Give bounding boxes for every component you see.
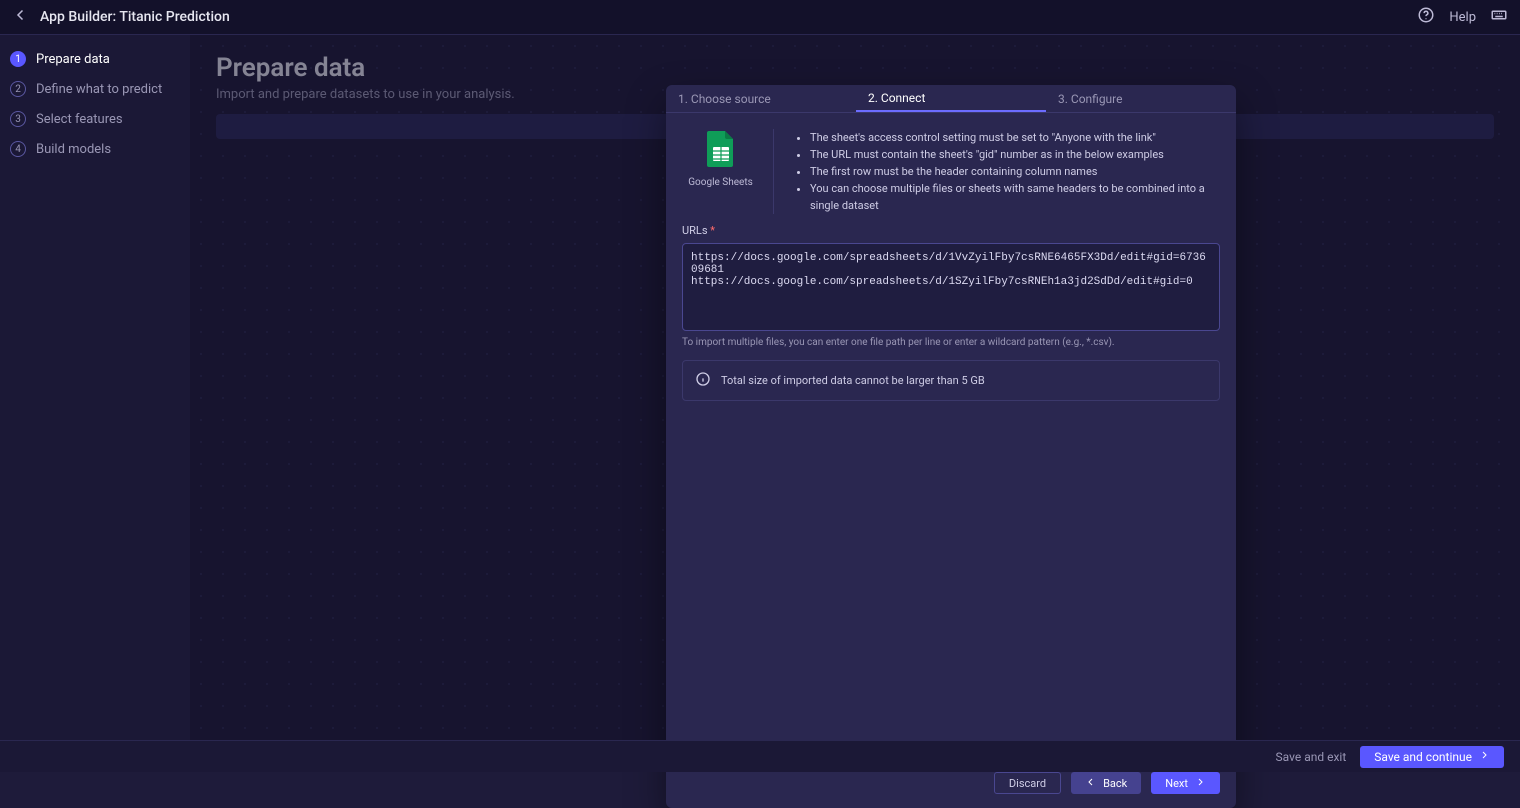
app-title: App Builder: Titanic Prediction: [40, 9, 230, 25]
google-sheets-label: Google Sheets: [688, 177, 753, 188]
connection-rules: The sheet's access control setting must …: [794, 129, 1220, 214]
urls-label: URLs *: [682, 224, 1220, 237]
urls-input[interactable]: [682, 243, 1220, 331]
urls-label-text: URLs: [682, 224, 708, 237]
rule-item: The first row must be the header contain…: [810, 163, 1220, 180]
step-label: Prepare data: [36, 52, 110, 67]
arrow-right-icon: [1194, 776, 1206, 791]
button-label: Save and continue: [1374, 750, 1472, 764]
content-area: Prepare data Import and prepare datasets…: [190, 35, 1520, 740]
rule-item: The URL must contain the sheet's "gid" n…: [810, 146, 1220, 163]
topbar-left: App Builder: Titanic Prediction: [12, 6, 230, 28]
sidebar: 1 Prepare data 2 Define what to predict …: [0, 35, 190, 740]
step-number-icon: 4: [10, 141, 26, 157]
discard-button[interactable]: Discard: [994, 772, 1061, 794]
arrow-left-icon: [1085, 776, 1097, 791]
back-arrow-icon[interactable]: [12, 6, 30, 28]
google-sheets-icon: [705, 129, 737, 173]
keyboard-shortcuts-icon[interactable]: [1490, 6, 1508, 28]
page-footer: Save and exit Save and continue: [0, 740, 1520, 772]
sidebar-step-define-predict[interactable]: 2 Define what to predict: [10, 79, 180, 99]
modal-tab-configure[interactable]: 3. Configure: [1046, 85, 1236, 112]
sidebar-step-prepare-data[interactable]: 1 Prepare data: [10, 49, 180, 69]
step-number-icon: 3: [10, 111, 26, 127]
size-limit-note: Total size of imported data cannot be la…: [682, 360, 1220, 401]
modal-tab-connect[interactable]: 2. Connect: [856, 85, 1046, 112]
modal-body: Google Sheets The sheet's access control…: [666, 113, 1236, 224]
back-button[interactable]: Back: [1071, 772, 1141, 794]
help-icon[interactable]: [1417, 6, 1435, 28]
step-label: Define what to predict: [36, 82, 162, 97]
info-icon: [695, 371, 711, 390]
urls-section: URLs * To import multiple files, you can…: [666, 224, 1236, 360]
step-number-icon: 2: [10, 81, 26, 97]
step-label: Build models: [36, 142, 111, 157]
modal-tab-label: 2. Connect: [868, 91, 925, 105]
google-sheets-badge: Google Sheets: [682, 129, 774, 214]
urls-hint: To import multiple files, you can enter …: [682, 337, 1220, 348]
step-label: Select features: [36, 112, 123, 127]
size-limit-text: Total size of imported data cannot be la…: [721, 374, 985, 387]
import-modal: 1. Choose source 2. Connect 3. Configure: [666, 85, 1236, 808]
step-number-icon: 1: [10, 51, 26, 67]
topbar-right: Help: [1417, 6, 1508, 28]
button-label: Discard: [1009, 777, 1046, 790]
main-layout: 1 Prepare data 2 Define what to predict …: [0, 35, 1520, 740]
button-label: Back: [1103, 777, 1127, 790]
button-label: Next: [1165, 777, 1188, 790]
modal-spacer: [666, 413, 1236, 761]
rule-item: You can choose multiple files or sheets …: [810, 180, 1220, 214]
sidebar-step-build-models[interactable]: 4 Build models: [10, 139, 180, 159]
modal-tabs: 1. Choose source 2. Connect 3. Configure: [666, 85, 1236, 113]
modal-tab-label: 1. Choose source: [678, 92, 771, 106]
required-asterisk: *: [710, 224, 715, 237]
topbar: App Builder: Titanic Prediction Help: [0, 0, 1520, 35]
save-and-exit-link[interactable]: Save and exit: [1276, 750, 1347, 764]
help-label[interactable]: Help: [1449, 10, 1476, 25]
modal-tab-choose-source[interactable]: 1. Choose source: [666, 85, 856, 112]
rule-item: The sheet's access control setting must …: [810, 129, 1220, 146]
sidebar-step-select-features[interactable]: 3 Select features: [10, 109, 180, 129]
save-and-continue-button[interactable]: Save and continue: [1360, 746, 1504, 768]
next-button[interactable]: Next: [1151, 772, 1220, 794]
arrow-right-icon: [1478, 749, 1490, 764]
modal-tab-label: 3. Configure: [1058, 92, 1123, 106]
